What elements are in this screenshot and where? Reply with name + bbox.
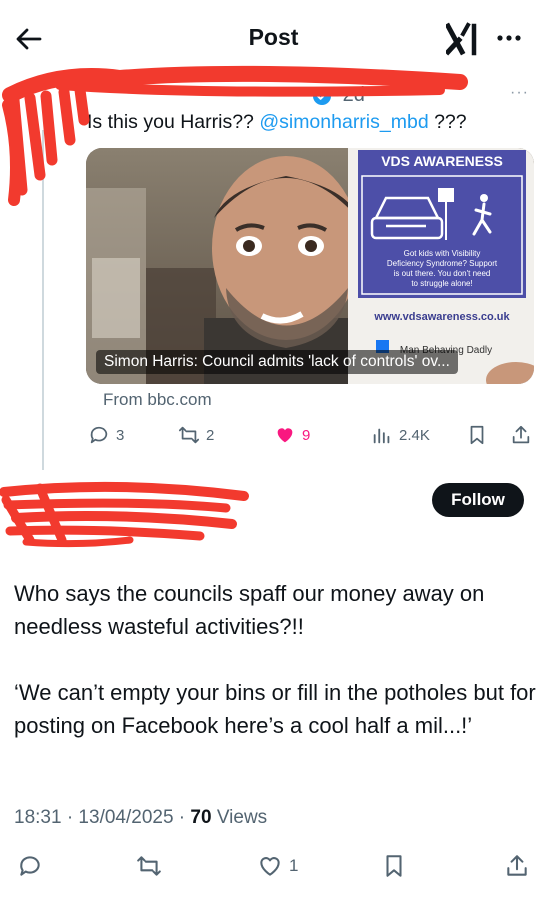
tweet-timestamp[interactable]: 18:31 · 13/04/2025 · [14,807,190,828]
bookmark-button[interactable] [381,853,407,879]
tweet-body: Who says the councils spaff our money aw… [14,577,536,775]
like-count: 1 [289,856,299,875]
bookmark-icon [386,855,402,877]
redaction-marks [0,65,468,548]
tweet-paragraph: Who says the councils spaff our money aw… [14,581,485,639]
reply-button[interactable] [17,853,43,879]
share-button[interactable] [504,853,530,879]
repost-icon [137,856,161,876]
tweet-meta: 18:31 · 13/04/2025 · 70 Views [14,807,267,829]
repost-button[interactable] [136,853,162,879]
reply-icon [20,856,40,876]
heart-icon [260,857,280,876]
tweet-views-count: 70 [190,807,212,828]
tweet-views-label: Views [211,807,268,828]
like-button[interactable]: 1 [257,853,298,879]
tweet-paragraph: ‘We can’t empty your bins or fill in the… [14,680,536,738]
share-icon [507,855,527,876]
